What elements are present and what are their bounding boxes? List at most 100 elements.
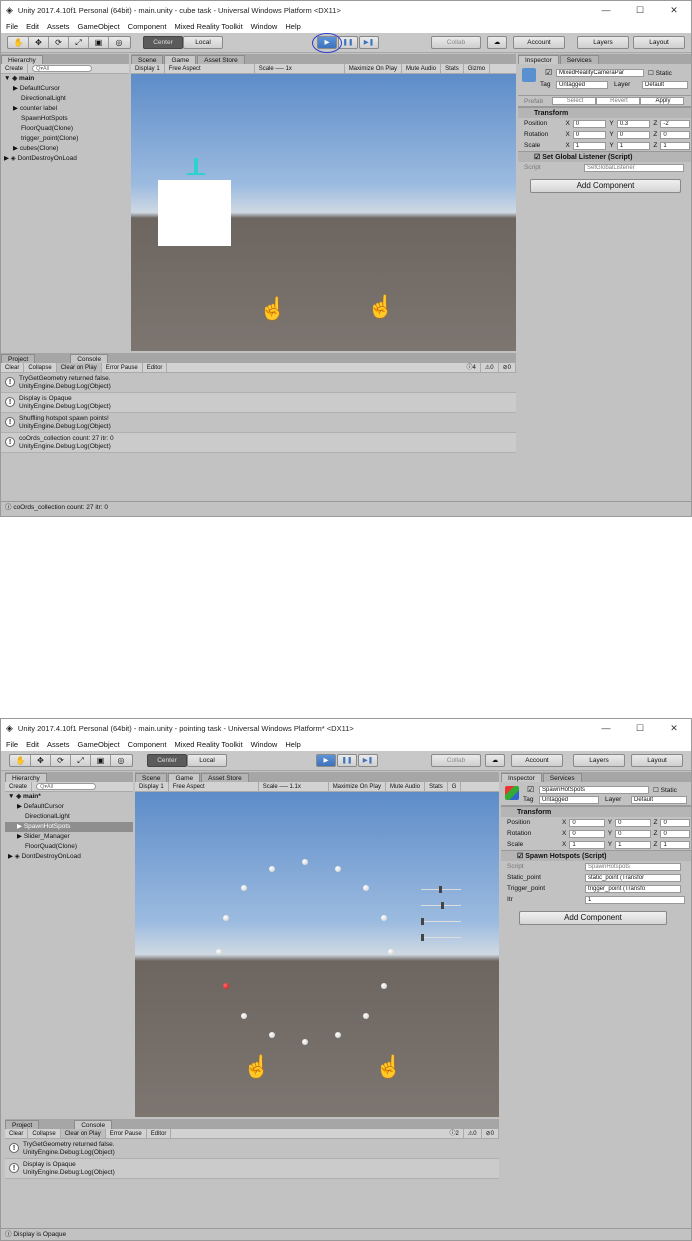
menu-window[interactable]: Window (251, 22, 278, 31)
tab-scene[interactable]: Scene (135, 773, 168, 782)
error-pause-button[interactable]: Error Pause (106, 1129, 147, 1138)
warning-count-toggle[interactable]: ⚠0 (464, 1129, 482, 1138)
tab-hierarchy[interactable]: Hierarchy (1, 55, 43, 64)
menu-edit[interactable]: Edit (26, 740, 39, 749)
minimize-icon[interactable]: — (589, 1, 623, 19)
slider-knob[interactable] (421, 918, 424, 925)
position-y-field[interactable]: 0.3 (616, 119, 651, 128)
menu-mixed-reality-toolkit[interactable]: Mixed Reality Toolkit (174, 22, 242, 31)
rotation-z-field[interactable]: 0 (660, 829, 691, 838)
menu-assets[interactable]: Assets (47, 22, 70, 31)
slider-3[interactable] (421, 918, 461, 925)
scale-x-field[interactable]: 1 (572, 141, 607, 150)
slider-knob[interactable] (441, 902, 444, 909)
maximize-on-play-toggle[interactable]: Maximize On Play (329, 782, 387, 791)
stats-toggle[interactable]: Stats (441, 64, 464, 73)
scale-y-field[interactable]: 1 (616, 141, 651, 150)
prefab-select-button[interactable]: Select (552, 97, 596, 105)
script-component-header[interactable]: ☑ Spawn Hotspots (Script) (501, 850, 691, 861)
position-x-field[interactable]: 0 (572, 119, 607, 128)
static-toggle[interactable]: ☐ Static (648, 69, 672, 77)
log-count-toggle[interactable]: ⓘ2 (446, 1129, 464, 1138)
trigger-point-field[interactable]: trigger_point (Transfo (585, 884, 681, 893)
collapse-button[interactable]: Collapse (28, 1129, 61, 1138)
tab-hierarchy[interactable]: Hierarchy (5, 773, 47, 782)
hierarchy-search-input[interactable]: Q▾All (36, 783, 97, 790)
error-pause-button[interactable]: Error Pause (102, 363, 143, 372)
aspect-dropdown[interactable]: Free Aspect (165, 64, 255, 73)
console-message[interactable]: ! TryGetGeometry returned false. UnityEngi… (5, 1139, 499, 1159)
tab-game[interactable]: Game (168, 773, 201, 782)
menu-help[interactable]: Help (285, 22, 300, 31)
add-component-button[interactable]: Add Component (519, 911, 667, 925)
collab-dropdown[interactable]: Collab (431, 36, 481, 49)
mute-audio-toggle[interactable]: Mute Audio (386, 782, 426, 791)
tab-console[interactable]: Console (70, 354, 109, 363)
tab-services[interactable]: Services (542, 773, 582, 782)
scale-y-field[interactable]: 1 (615, 840, 651, 849)
clear-button[interactable]: Clear (1, 363, 25, 372)
error-count-toggle[interactable]: ⊘0 (482, 1129, 499, 1138)
static-point-field[interactable]: static_point (Transfor (585, 873, 681, 882)
object-name-field[interactable]: MixedRealityCameraPar (556, 69, 644, 77)
hierarchy-item[interactable]: ▶ cubes(Clone) (1, 144, 129, 154)
move-tool-icon[interactable]: ✥ (29, 37, 49, 48)
layers-dropdown[interactable]: Layers (573, 754, 625, 767)
hierarchy-item[interactable]: FloorQuad(Clone) (1, 124, 129, 134)
move-tool-icon[interactable]: ✥ (31, 755, 51, 766)
tab-console[interactable]: Console (74, 1120, 113, 1129)
tab-inspector[interactable]: Inspector (501, 773, 542, 782)
error-count-toggle[interactable]: ⊘0 (499, 363, 516, 372)
pivot-local-button[interactable]: Local (183, 36, 223, 49)
layer-dropdown[interactable]: Default (642, 81, 688, 89)
tag-dropdown[interactable]: Untagged (556, 81, 608, 89)
scale-slider[interactable]: Scale ── 1x (255, 64, 345, 73)
console-message[interactable]: ! Display is Opaque UnityEngine.Debug:Log(… (1, 393, 516, 413)
rect-tool-icon[interactable]: ▣ (89, 37, 109, 48)
create-dropdown[interactable]: Create (1, 64, 29, 73)
dont-destroy-root[interactable]: ▶ ◈ DontDestroyOnLoad (5, 852, 133, 862)
hierarchy-item[interactable]: FloorQuad(Clone) (5, 842, 133, 852)
menu-window[interactable]: Window (251, 740, 278, 749)
transform-tool-icon[interactable]: ◎ (111, 755, 131, 766)
aspect-dropdown[interactable]: Free Aspect (169, 782, 259, 791)
dont-destroy-root[interactable]: ▶ ◈ DontDestroyOnLoad (1, 154, 129, 164)
hierarchy-item[interactable]: DirectionalLight (5, 812, 133, 822)
scene-root[interactable]: ▼ ◈ main (1, 74, 129, 84)
layout-dropdown[interactable]: Layout (631, 754, 683, 767)
pivot-center-button[interactable]: Center (143, 36, 183, 49)
pivot-center-button[interactable]: Center (147, 754, 187, 767)
maximize-on-play-toggle[interactable]: Maximize On Play (345, 64, 403, 73)
warning-count-toggle[interactable]: ⚠0 (481, 363, 499, 372)
slider-4[interactable] (421, 934, 461, 941)
menu-gameobject[interactable]: GameObject (78, 740, 120, 749)
menu-mixed-reality-toolkit[interactable]: Mixed Reality Toolkit (174, 740, 242, 749)
scale-tool-icon[interactable]: ⤢ (71, 755, 91, 766)
cloud-icon[interactable]: ☁ (487, 36, 507, 49)
hierarchy-item[interactable]: ▶ DefaultCursor (1, 84, 129, 94)
tab-project[interactable]: Project (5, 1120, 40, 1129)
console-message[interactable]: ! Display is Opaque UnityEngine.Debug:Log(… (5, 1159, 499, 1179)
console-message[interactable]: ! TryGetGeometry returned false. UnityEngi… (1, 373, 516, 393)
layer-dropdown[interactable]: Default (631, 796, 687, 804)
position-y-field[interactable]: 0 (615, 818, 651, 827)
prefab-revert-button[interactable]: Revert (596, 97, 640, 105)
gizmos-dropdown[interactable]: Gizmo (464, 64, 491, 73)
menu-help[interactable]: Help (285, 740, 300, 749)
play-button[interactable]: ▶ (316, 754, 336, 767)
tab-asset-store[interactable]: Asset Store (197, 55, 245, 64)
position-x-field[interactable]: 0 (569, 818, 605, 827)
hierarchy-search-input[interactable]: Q▾All (32, 65, 93, 72)
rotation-y-field[interactable]: 0 (615, 829, 651, 838)
tab-inspector[interactable]: Inspector (518, 55, 559, 64)
maximize-icon[interactable]: ☐ (623, 719, 657, 737)
script-field[interactable]: SpawnHotspots (585, 862, 681, 871)
rotation-x-field[interactable]: 0 (569, 829, 605, 838)
itr-field[interactable]: 1 (585, 895, 685, 904)
scale-z-field[interactable]: 1 (660, 840, 691, 849)
object-name-field[interactable]: SpawnHotSpots (539, 786, 649, 794)
rotation-z-field[interactable]: 0 (660, 130, 690, 139)
step-button[interactable]: ▶❚ (359, 36, 379, 49)
hierarchy-item[interactable]: trigger_point(Clone) (1, 134, 129, 144)
layers-dropdown[interactable]: Layers (577, 36, 629, 49)
